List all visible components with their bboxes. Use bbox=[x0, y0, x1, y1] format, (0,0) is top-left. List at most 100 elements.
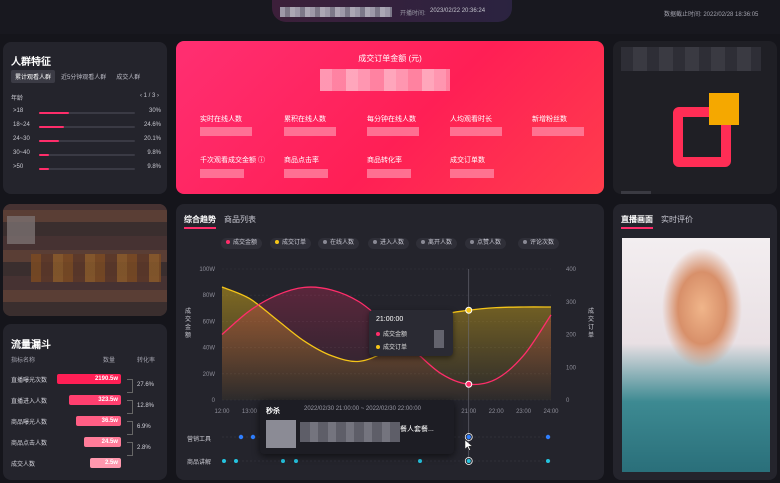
audience-pager[interactable]: ‹ 1 / 3 › bbox=[140, 93, 159, 99]
tab-buyer-audience[interactable]: 成交人群 bbox=[112, 70, 144, 83]
tooltip-dot-amount bbox=[376, 332, 380, 336]
summary-metric-value-redacted bbox=[200, 127, 252, 136]
funnel-rate: 27.6% bbox=[137, 382, 155, 388]
legend-toggle[interactable]: 成交金额 bbox=[221, 238, 263, 249]
funnel-rate: 12.8% bbox=[137, 403, 155, 409]
legend-toggle[interactable]: 离开人数 bbox=[416, 238, 458, 249]
summary-metric-value-redacted bbox=[450, 169, 494, 178]
tab-recent-audience[interactable]: 近5分钟观看人群 bbox=[57, 70, 110, 83]
legend-label: 成交订单 bbox=[282, 240, 307, 246]
legend-dot bbox=[523, 240, 527, 245]
legend-label: 离开人数 bbox=[428, 240, 453, 246]
age-pct: 20.1% bbox=[143, 136, 161, 142]
age-label: >18 bbox=[13, 108, 24, 114]
legend-label: 进入人数 bbox=[380, 240, 405, 246]
start-time: 2023/02/22 20:36:24 bbox=[430, 8, 486, 14]
age-fill bbox=[39, 154, 49, 156]
age-row: >50 9.8% bbox=[13, 163, 161, 173]
summary-metric-value-redacted bbox=[284, 169, 328, 178]
cutoff-time: 2022/02/28 18:36:05 bbox=[703, 12, 759, 18]
tab-live-comments[interactable]: 实时评价 bbox=[661, 215, 693, 224]
legend-dot bbox=[421, 240, 425, 245]
track-label-explain: 商品讲解 bbox=[187, 460, 212, 466]
summary-metric-label: 千次观看成交金额 ⓘ bbox=[200, 157, 265, 164]
tooltip-label-amount: 成交金额 bbox=[383, 332, 408, 338]
redacted-top bbox=[621, 47, 761, 71]
track-label-marketing: 营销工具 bbox=[187, 437, 212, 443]
flash-sale-image-redacted bbox=[266, 420, 296, 448]
live-panel: 直播画面 实时评价 bbox=[613, 204, 777, 480]
legend-label: 成交金额 bbox=[233, 240, 258, 246]
y-left-label: 成交金额 bbox=[185, 309, 192, 339]
summary-title: 成交订单金额 (元) bbox=[358, 54, 422, 63]
audience-tabs: 累计观看人群 近5分钟观看人群 成交人群 bbox=[11, 70, 144, 83]
funnel-col-metric: 指标名称 bbox=[11, 358, 36, 364]
legend-dot bbox=[373, 240, 377, 245]
tooltip-label-orders: 成交订单 bbox=[383, 345, 408, 351]
tooltip-row-amount: 成交金额 bbox=[376, 329, 407, 338]
room-title-bar: 开播时间: 2023/02/22 20:36:24 bbox=[272, 0, 512, 22]
age-pct: 9.8% bbox=[147, 150, 161, 156]
age-label: 30~40 bbox=[13, 150, 30, 156]
age-pct: 24.6% bbox=[143, 122, 161, 128]
summary-metric-label: 人均观看时长 bbox=[450, 116, 492, 123]
funnel-bar: 2190.5w bbox=[57, 374, 121, 384]
legend-dot bbox=[226, 240, 230, 245]
room-name-redacted bbox=[280, 7, 392, 17]
dimension-label: 年龄 bbox=[11, 96, 24, 102]
cutoff-label: 数据截止时间: bbox=[664, 12, 702, 18]
funnel-row-label: 直播进入人数 bbox=[11, 399, 48, 405]
tab-live-view[interactable]: 直播画面 bbox=[621, 215, 653, 229]
summary-metric-value-redacted bbox=[367, 127, 419, 136]
summary-metric-label: 成交订单数 bbox=[450, 157, 485, 164]
legend-toggle[interactable]: 点赞人数 bbox=[465, 238, 507, 249]
legend-toggle[interactable]: 进入人数 bbox=[368, 238, 410, 249]
audience-panel: 人群特征 累计观看人群 近5分钟观看人群 成交人群 年龄 ‹ 1 / 3 › >… bbox=[3, 42, 167, 194]
funnel-row-label: 商品曝光人数 bbox=[11, 420, 48, 426]
right-preview-panel bbox=[613, 41, 777, 194]
legend-toggle[interactable]: 评论次数 bbox=[518, 238, 560, 249]
summary-panel: 成交订单金额 (元) 实时在线人数 累积在线人数 每分钟在线人数 人均观看时长 新增粉丝… bbox=[176, 41, 604, 194]
tab-overall-trend[interactable]: 综合趋势 bbox=[184, 215, 216, 229]
redacted-highlight bbox=[31, 254, 161, 282]
tooltip-dot-orders bbox=[376, 345, 380, 349]
age-track bbox=[39, 154, 135, 156]
legend-label: 评论次数 bbox=[530, 240, 555, 246]
tooltip-values-redacted bbox=[434, 330, 444, 348]
redacted-logo bbox=[673, 93, 739, 185]
legend-toggle[interactable]: 在线人数 bbox=[318, 238, 360, 249]
funnel-col-rate: 转化率 bbox=[137, 358, 156, 364]
legend-dot bbox=[470, 240, 474, 245]
summary-metric-label: 新增粉丝数 bbox=[532, 116, 567, 123]
age-track bbox=[39, 168, 135, 170]
chart-tooltip: 21:00:00 成交金额 成交订单 bbox=[369, 310, 453, 356]
live-tabs: 直播画面 实时评价 bbox=[621, 214, 693, 229]
age-label: >50 bbox=[13, 164, 24, 170]
funnel-row-label: 商品点击人数 bbox=[11, 441, 48, 447]
funnel-col-count: 数量 bbox=[103, 358, 116, 364]
data-cutoff: 数据截止时间: 2022/02/28 18:36:05 bbox=[664, 9, 758, 18]
summary-metric-value-redacted bbox=[532, 127, 584, 136]
redacted-bottom bbox=[621, 191, 651, 194]
age-row: 18~24 24.6% bbox=[13, 121, 161, 131]
tab-cumulative-audience[interactable]: 累计观看人群 bbox=[11, 70, 56, 83]
age-pct: 9.8% bbox=[147, 164, 161, 170]
flash-sale-tooltip: 秒杀 2022/02/30 21:00:00 ~ 2022/02/30 22:0… bbox=[260, 400, 454, 454]
y-right-label: 成交订单 bbox=[588, 309, 595, 339]
summary-total-redacted bbox=[320, 69, 450, 91]
legend-dot bbox=[275, 240, 279, 245]
funnel-rate: 6.9% bbox=[137, 424, 151, 430]
age-label: 24~30 bbox=[13, 136, 30, 142]
summary-metric-label: 累积在线人数 bbox=[284, 116, 326, 123]
funnel-bar: 2.5w bbox=[90, 458, 121, 468]
age-pct: 30% bbox=[148, 108, 161, 114]
flash-sale-time: 2022/02/30 21:00:00 ~ 2022/02/30 22:00:0… bbox=[304, 406, 421, 412]
tab-product-list[interactable]: 商品列表 bbox=[224, 215, 256, 224]
age-track bbox=[39, 126, 135, 128]
legend-dot bbox=[323, 240, 327, 245]
age-fill bbox=[39, 168, 49, 170]
start-time-label: 开播时间: bbox=[400, 11, 426, 17]
age-row: 30~40 9.8% bbox=[13, 149, 161, 159]
flash-sale-name-redacted bbox=[300, 422, 400, 442]
legend-toggle[interactable]: 成交订单 bbox=[270, 238, 312, 249]
